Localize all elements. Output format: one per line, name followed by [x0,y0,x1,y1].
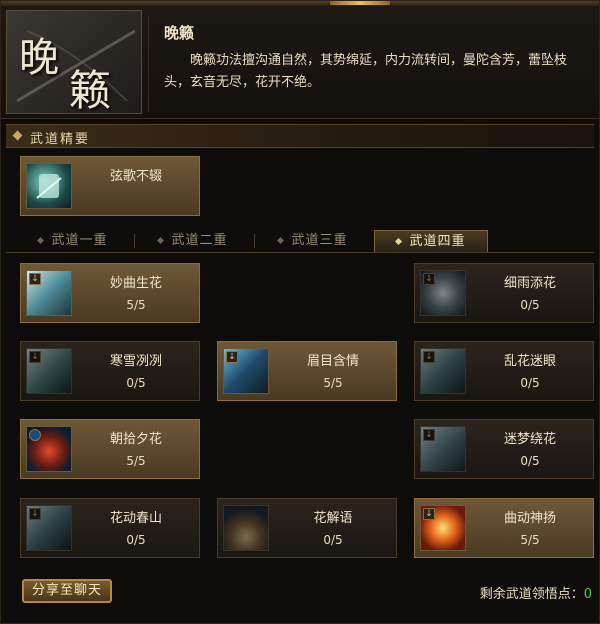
skill-name: 迷梦绕花 [503,432,556,447]
skill-level: 0/5 [520,376,540,390]
emblem-char-1: 晚 [19,35,59,81]
skill-header: 晚 籁 晚籁 晚籁功法擅沟通自然，其势绵延，内力流转间，曼陀含芳，蕾坠枝头，玄音… [0,6,600,119]
skill-level: 0/5 [520,298,540,312]
lock-icon: ↓ [423,273,435,285]
skill-icon: ↓ [26,348,72,394]
skill-level: 5/5 [126,454,146,468]
lock-icon: ↓ [423,508,435,520]
points-value: 0 [583,587,592,602]
skill-name: 朝拾夕花 [109,432,162,447]
tab-label: 武道四重 [409,234,466,249]
skill-card[interactable]: ↓ 寒雪冽冽 0/5 [20,341,200,401]
skill-name: 花解语 [313,511,353,526]
skill-card[interactable]: 花解语 0/5 [217,498,397,558]
skill-name: 乱花迷眼 [503,354,556,369]
share-to-chat-button[interactable]: 分享至聊天 [22,579,112,603]
skill-level: 5/5 [323,376,343,390]
diamond-icon [277,236,285,245]
skill-name: 妙曲生花 [109,276,162,291]
section-header: 武道精要 [6,124,594,148]
skill-icon: ↓ [26,270,72,316]
orb-icon [29,429,41,441]
tier-tabs: 武道一重 武道二重 武道三重 武道四重 [6,228,594,253]
diamond-icon [12,130,23,141]
emblem-char-2: 籁 [69,66,112,114]
tab-tier-4[interactable]: 武道四重 [374,230,488,252]
tab-label: 武道一重 [51,233,108,248]
tab-separator [254,234,255,248]
skill-level: 0/5 [323,533,343,547]
lock-icon: ↓ [29,273,41,285]
skill-card[interactable]: ↓ 迷梦绕花 0/5 [414,419,594,479]
skill-card[interactable]: ↓ 眉目含情 5/5 [217,341,397,401]
diamond-icon [395,237,403,246]
diamond-icon [157,236,165,245]
tab-tier-2[interactable]: 武道二重 [136,230,250,252]
skill-name: 花动春山 [109,511,162,526]
skill-level: 5/5 [126,298,146,312]
tab-tier-1[interactable]: 武道一重 [16,230,130,252]
lock-icon: ↓ [423,351,435,363]
skill-level: 0/5 [520,454,540,468]
skill-card[interactable]: ↓ 细雨添花 0/5 [414,263,594,323]
lock-icon: ↓ [29,508,41,520]
skill-icon [26,426,72,472]
section-label: 武道精要 [30,132,91,147]
core-skill-card[interactable]: 弦歌不辍 [20,156,200,216]
skill-name: 细雨添花 [503,276,556,291]
tab-label: 武道三重 [291,233,348,248]
points-label: 剩余武道领悟点： [479,587,584,602]
skill-card[interactable]: ↓ 花动春山 0/5 [20,498,200,558]
skill-card[interactable]: ↓ 乱花迷眼 0/5 [414,341,594,401]
skill-icon [223,505,269,551]
skill-name: 寒雪冽冽 [109,354,162,369]
skill-card[interactable]: ↓ 曲动神扬 5/5 [414,498,594,558]
diamond-icon [37,236,45,245]
skill-emblem: 晚 籁 [6,10,142,114]
scroll-icon [26,163,72,209]
skill-card[interactable]: 朝拾夕花 5/5 [20,419,200,479]
core-skill-name: 弦歌不辍 [109,169,162,184]
tab-tier-3[interactable]: 武道三重 [256,230,370,252]
lock-icon: ↓ [29,351,41,363]
skill-level: 0/5 [126,533,146,547]
skill-level: 0/5 [126,376,146,390]
remaining-points: 剩余武道领悟点：0 [480,583,592,602]
tab-separator [134,234,135,248]
lock-icon: ↓ [226,351,238,363]
skill-description: 晚籁功法擅沟通自然，其势绵延，内力流转间，曼陀含芳，蕾坠枝头，玄音无尽，花开不绝… [164,53,568,90]
top-ornament [330,0,390,5]
tab-label: 武道二重 [171,233,228,248]
skill-icon: ↓ [420,426,466,472]
lock-icon: ↓ [423,429,435,441]
skill-icon: ↓ [420,270,466,316]
skill-icon: ↓ [420,348,466,394]
skill-icon: ↓ [223,348,269,394]
skill-title: 晚籁 [164,24,195,42]
skill-name: 曲动神扬 [503,511,556,526]
skill-card[interactable]: ↓ 妙曲生花 5/5 [20,263,200,323]
skill-name: 眉目含情 [306,354,359,369]
skill-icon: ↓ [420,505,466,551]
skill-icon: ↓ [26,505,72,551]
skill-level: 5/5 [520,533,540,547]
header-divider [148,16,149,112]
